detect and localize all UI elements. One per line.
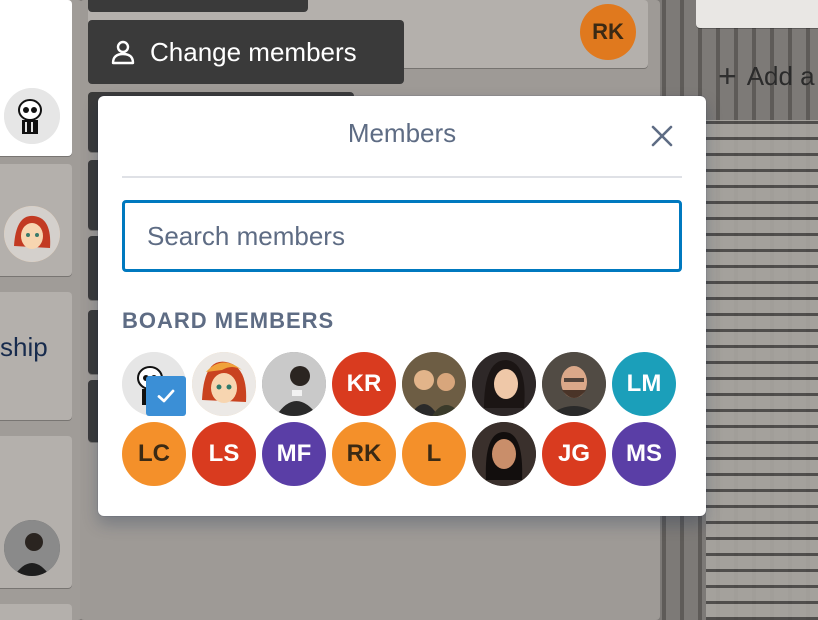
avatar-initials: JG [557,440,590,467]
member-avatar-photo[interactable] [472,422,536,486]
member-avatar-rk[interactable]: RK [332,422,396,486]
member-avatar-lm[interactable]: LM [612,352,676,416]
skull-avatar-icon [4,88,60,144]
member-avatar-skull [4,88,60,144]
avatar-initials: L [426,440,442,467]
avatar-photo-icon [472,352,536,416]
avatar-initials: LS [208,440,240,467]
avatar-initials: MS [626,440,662,467]
person-photo-icon [4,520,60,576]
quick-action-button[interactable] [88,0,308,12]
avatar-initials: MF [276,440,312,467]
member-avatar-character [4,206,60,262]
member-avatar-photo[interactable] [542,352,606,416]
avatar-photo-icon [542,352,606,416]
members-popover: Members BOARD MEMBERS KR LM LC LS MF RK L JG MS [98,96,706,516]
avatar-photo-icon [192,352,256,416]
card[interactable] [0,436,72,588]
change-members-button[interactable]: Change members [88,20,404,84]
avatar-initials: LM [626,370,662,397]
close-button[interactable] [648,122,676,150]
members-grid: KR LM LC LS MF RK L JG MS [122,352,692,486]
avatar-initials: LC [138,440,170,467]
avatar-photo-icon [262,352,326,416]
member-avatar-rk: RK [580,4,636,60]
member-avatar-photo [4,520,60,576]
popover-divider [122,176,682,178]
checkmark-icon [157,389,175,403]
card[interactable] [696,0,818,28]
close-icon [651,125,673,147]
avatar-photo-icon [402,352,466,416]
character-avatar-icon [4,206,60,262]
member-avatar-ms[interactable]: MS [612,422,676,486]
avatar-initials: RK [346,440,382,467]
member-avatar-photo[interactable] [472,352,536,416]
avatar-initials: KR [346,370,382,397]
member-avatar-photo[interactable] [402,352,466,416]
card[interactable] [0,604,72,620]
popover-title: Members [347,118,457,148]
card[interactable] [0,164,72,276]
change-members-label: Change members [150,36,357,67]
card-title: ship [0,332,48,362]
member-avatar-photo[interactable] [192,352,256,416]
plus-icon: + [718,57,737,94]
person-icon [111,40,135,65]
selected-check-badge [146,376,186,416]
member-avatar-lc[interactable]: LC [122,422,186,486]
member-avatar-kr[interactable]: KR [332,352,396,416]
card[interactable]: ship [0,292,72,420]
member-avatar-photo[interactable] [262,352,326,416]
avatar-photo-icon [472,422,536,486]
member-avatar-l[interactable]: L [402,422,466,486]
member-avatar-mf[interactable]: MF [262,422,326,486]
avatar-initials: RK [592,19,624,44]
add-list-label: Add a [746,60,815,91]
member-avatar-jg[interactable]: JG [542,422,606,486]
card[interactable] [0,0,72,156]
background-building [706,120,818,620]
member-avatar-ls[interactable]: LS [192,422,256,486]
add-list-button[interactable]: + Add a [696,40,818,112]
board-members-heading: BOARD MEMBERS [122,308,335,333]
search-members-input[interactable] [122,200,682,272]
